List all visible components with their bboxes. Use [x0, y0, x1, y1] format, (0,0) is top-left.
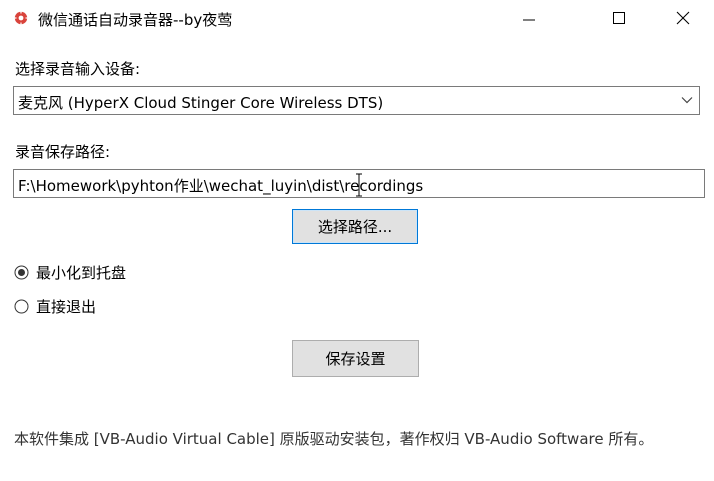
- window-title: 微信通话自动录音器--by夜莺: [38, 11, 233, 29]
- close-icon: [676, 11, 690, 25]
- browse-path-button[interactable]: 选择路径...: [292, 209, 418, 244]
- chevron-down-icon: [681, 97, 693, 104]
- device-select-value: 麦克风 (HyperX Cloud Stinger Core Wireless …: [18, 94, 384, 112]
- device-label: 选择录音输入设备:: [15, 60, 141, 78]
- save-settings-button[interactable]: 保存设置: [292, 340, 419, 377]
- device-select[interactable]: 麦克风 (HyperX Cloud Stinger Core Wireless …: [13, 86, 700, 115]
- radio-selected-icon: [14, 265, 29, 280]
- radio-unselected-icon: [14, 299, 29, 314]
- path-label: 录音保存路径:: [15, 143, 111, 161]
- text-cursor-icon: [356, 173, 362, 197]
- title-bar: 微信通话自动录音器--by夜莺: [0, 0, 714, 36]
- maximize-button[interactable]: [596, 0, 642, 36]
- maximize-icon: [613, 12, 625, 24]
- radio-label: 最小化到托盘: [36, 264, 127, 282]
- radio-exit-directly[interactable]: 直接退出: [14, 296, 96, 317]
- minimize-icon: [523, 19, 535, 21]
- radio-label: 直接退出: [36, 298, 97, 316]
- path-input[interactable]: F:\Homework\pyhton作业\wechat_luyin\dist\r…: [13, 169, 705, 198]
- close-button[interactable]: [660, 0, 706, 36]
- app-gear-icon: [14, 11, 28, 25]
- radio-minimize-to-tray[interactable]: 最小化到托盘: [14, 262, 126, 283]
- minimize-button[interactable]: [506, 0, 552, 36]
- copyright-notice: 本软件集成 [VB-Audio Virtual Cable] 原版驱动安装包，著…: [14, 430, 654, 448]
